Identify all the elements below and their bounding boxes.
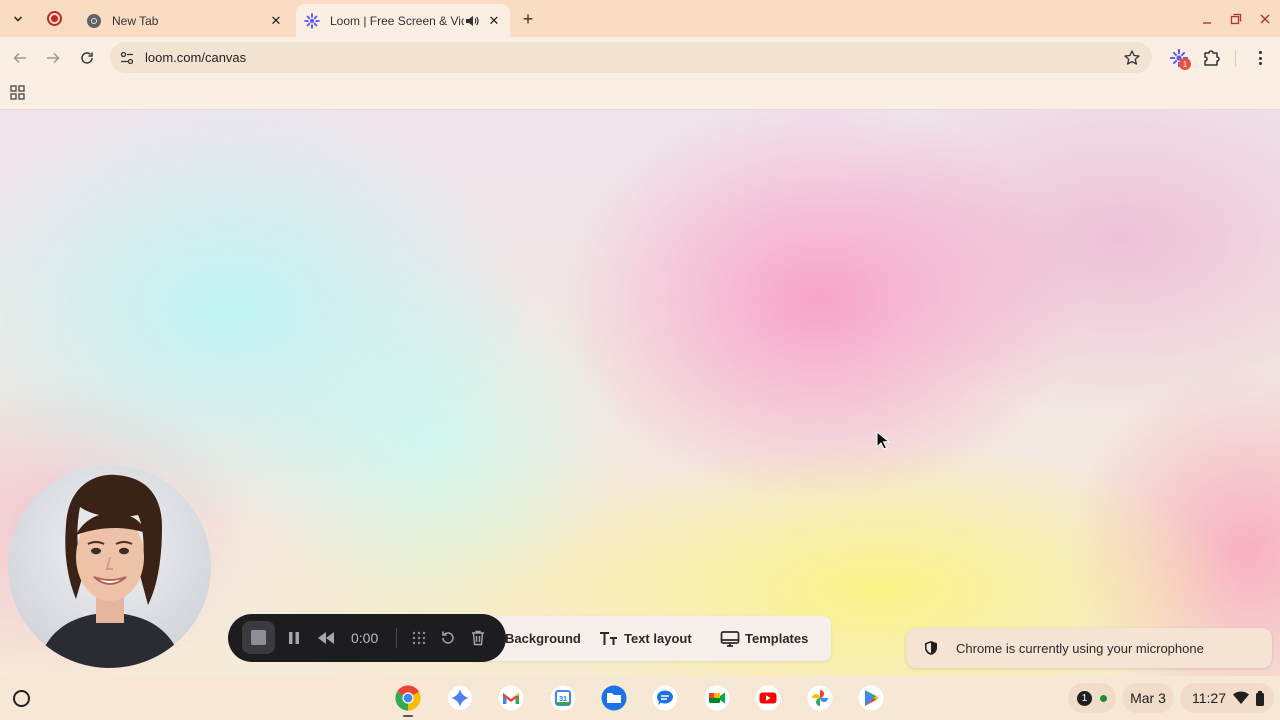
text-layout-icon (599, 629, 619, 649)
photos-icon (807, 685, 833, 711)
reload-button[interactable] (75, 46, 99, 70)
site-settings-icon[interactable] (119, 50, 135, 66)
restore-button[interactable] (1225, 8, 1247, 30)
microphone-notification[interactable]: Chrome is currently using your microphon… (906, 628, 1272, 668)
background-label: Background (505, 631, 581, 646)
rewind-icon (318, 632, 334, 644)
chrome-menu-button[interactable] (1250, 47, 1270, 69)
mouse-cursor-icon (876, 431, 890, 450)
restart-button[interactable] (434, 624, 462, 652)
shelf-app-files[interactable] (599, 683, 629, 713)
shelf-app-gemini[interactable] (445, 683, 475, 713)
shelf-app-play-store[interactable] (856, 683, 886, 713)
puzzle-icon[interactable] (1201, 47, 1223, 69)
date-text: Mar 3 (1130, 690, 1166, 706)
running-indicator (403, 715, 413, 717)
tab-strip: New Tab ✕ Loom | Free Screen & Video Rec… (0, 0, 1280, 37)
chrome-icon (87, 14, 101, 28)
text-layout-button[interactable]: Text layout (599, 616, 692, 661)
url-text: loom.com/canvas (145, 50, 247, 65)
toolbar-divider (1235, 50, 1236, 66)
tab-title: New Tab (112, 14, 159, 28)
shelf-app-calendar[interactable]: 31 (548, 683, 578, 713)
trash-icon (472, 630, 484, 646)
youtube-icon (755, 685, 781, 711)
close-window-button[interactable] (1254, 8, 1276, 30)
shield-icon (925, 641, 937, 655)
minimize-icon (1203, 22, 1211, 24)
chevron-down-icon (13, 16, 23, 22)
calendar-icon: 31 (550, 685, 576, 711)
notification-message: Chrome is currently using your microphon… (956, 640, 1204, 656)
recording-indicator-icon[interactable] (47, 11, 62, 26)
play-store-icon (858, 685, 884, 711)
bookmarks-bar (0, 79, 1280, 110)
webcam-person-image (38, 474, 182, 668)
forward-button[interactable] (41, 46, 65, 70)
close-tab-icon[interactable]: ✕ (484, 11, 504, 31)
minimize-button[interactable] (1196, 8, 1218, 30)
calendar-day-text: 31 (559, 696, 567, 703)
templates-button[interactable]: Templates (720, 616, 808, 661)
monitor-icon (720, 629, 740, 649)
back-button[interactable] (8, 46, 32, 70)
shelf-app-gmail[interactable] (496, 683, 526, 713)
tab-loom[interactable]: Loom | Free Screen & Video Recording Sof… (296, 4, 510, 37)
arrow-left-icon (13, 52, 26, 64)
wifi-icon (1233, 691, 1249, 704)
canvas-options-bar: Background Text layout Templates (470, 616, 831, 661)
delete-recording-button[interactable] (464, 624, 492, 652)
notification-count: 1 (1077, 690, 1092, 706)
extension-badge: 1 (1179, 58, 1191, 70)
arrow-right-icon (47, 52, 60, 64)
rewind-button[interactable] (312, 624, 340, 652)
loom-icon (304, 13, 320, 28)
new-tab-button[interactable]: + (517, 8, 539, 30)
shelf-app-meet[interactable] (702, 683, 732, 713)
dot-grid-icon (412, 631, 426, 645)
battery-icon (1256, 690, 1264, 706)
recording-controls: 0:00 (228, 614, 506, 662)
system-shelf: 31 1 Mar 3 11:27 (0, 676, 1280, 720)
files-icon (601, 685, 627, 711)
restart-icon (442, 631, 454, 644)
browser-toolbar: loom.com/canvas (0, 37, 1280, 79)
speaker-icon[interactable] (464, 13, 480, 29)
notification-tray[interactable]: 1 (1068, 683, 1116, 713)
stop-recording-button[interactable] (242, 621, 275, 654)
recording-timer: 0:00 (351, 630, 379, 646)
recorder-divider (396, 628, 397, 648)
gmail-icon (498, 685, 524, 711)
messages-icon (652, 685, 678, 711)
clock-text: 11:27 (1192, 690, 1226, 706)
tab-title: Loom | Free Screen & Video Recording Sof… (330, 13, 464, 28)
shelf-app-messages[interactable] (650, 683, 680, 713)
bookmark-star-icon[interactable] (1123, 49, 1141, 67)
shelf-app-youtube[interactable] (753, 683, 783, 713)
close-icon (1260, 14, 1270, 24)
pause-button[interactable] (280, 624, 308, 652)
reload-icon (81, 52, 93, 64)
templates-label: Templates (745, 631, 809, 646)
apps-grid-icon[interactable] (10, 85, 25, 100)
pause-icon (289, 632, 299, 644)
tab-new-tab[interactable]: New Tab ✕ (78, 5, 292, 37)
chrome-icon (395, 685, 421, 711)
launcher-button[interactable] (13, 690, 30, 707)
restore-icon (1230, 13, 1242, 25)
date-tray[interactable]: Mar 3 (1122, 683, 1174, 713)
gemini-icon (448, 686, 472, 710)
drawing-tools-button[interactable] (405, 624, 433, 652)
tab-search-button[interactable] (6, 7, 30, 31)
shelf-app-chrome[interactable] (393, 683, 423, 713)
webcam-bubble[interactable] (8, 465, 211, 668)
address-bar[interactable]: loom.com/canvas (110, 42, 1152, 73)
shelf-app-photos[interactable] (805, 683, 835, 713)
close-tab-icon[interactable]: ✕ (266, 11, 286, 31)
status-tray[interactable]: 11:27 (1180, 683, 1274, 713)
meet-icon (704, 685, 730, 711)
text-layout-label: Text layout (624, 631, 692, 646)
status-dot (1100, 694, 1107, 702)
